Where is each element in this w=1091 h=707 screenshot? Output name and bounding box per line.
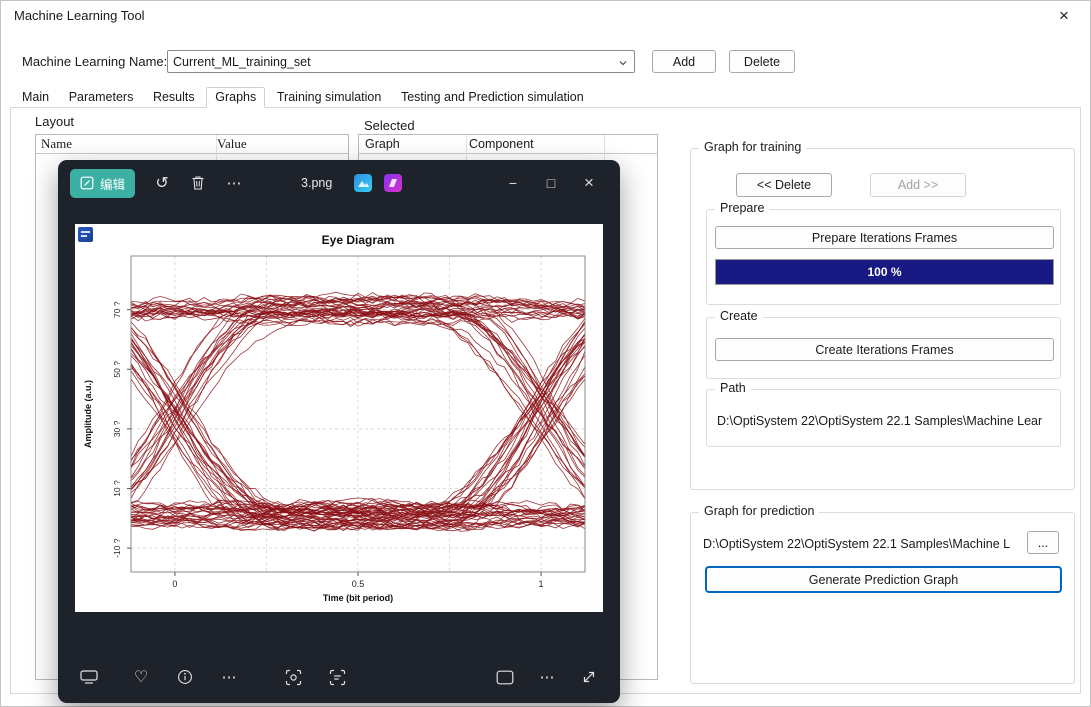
- edit-button[interactable]: 编辑: [70, 169, 135, 198]
- browse-button[interactable]: ...: [1027, 531, 1059, 554]
- prepare-group-title: Prepare: [715, 201, 769, 215]
- tab-main[interactable]: Main: [14, 88, 57, 107]
- ml-name-label: Machine Learning Name:: [22, 54, 167, 69]
- optisystem-graph-icon: [78, 227, 93, 242]
- info-icon[interactable]: [170, 662, 200, 692]
- photo-content: Eye Diagram 0 0.5 1 Time (bit period) -10 ? 10…: [75, 224, 603, 612]
- photo-filename: 3.png: [301, 176, 332, 190]
- graph-for-prediction-group: Graph for prediction D:\OptiSystem 22\Op…: [690, 512, 1075, 684]
- more-view-options-icon[interactable]: ⋯: [532, 662, 562, 692]
- tab-training-simulation[interactable]: Training simulation: [269, 88, 389, 107]
- create-group: Create Create Iterations Frames: [706, 317, 1061, 379]
- add-button[interactable]: Add: [652, 50, 716, 73]
- prediction-path-value: D:\OptiSystem 22\OptiSystem 22.1 Samples…: [703, 537, 1021, 551]
- chevron-down-icon: [619, 59, 627, 67]
- tab-bar: Main Parameters Results Graphs Training …: [14, 87, 592, 108]
- close-icon[interactable]: ×: [570, 167, 608, 199]
- selected-col-component[interactable]: Component: [463, 137, 534, 151]
- trash-icon[interactable]: [183, 168, 213, 198]
- text-extract-icon[interactable]: [322, 662, 352, 692]
- svg-text:70 ?: 70 ?: [112, 301, 122, 318]
- toolbar-right-group: ⋯: [490, 662, 604, 692]
- svg-text:-10 ?: -10 ?: [112, 538, 122, 558]
- svg-text:0: 0: [172, 579, 177, 589]
- edit-pencil-icon: [80, 176, 94, 190]
- svg-text:50 ?: 50 ?: [112, 361, 122, 378]
- svg-text:10 ?: 10 ?: [112, 480, 122, 497]
- favorite-heart-icon[interactable]: ♡: [126, 662, 156, 692]
- tab-results[interactable]: Results: [145, 88, 203, 107]
- ml-name-combobox[interactable]: Current_ML_training_set: [167, 50, 635, 73]
- minimize-icon[interactable]: −: [494, 167, 532, 199]
- graph-add-button[interactable]: Add >>: [870, 173, 966, 197]
- visual-search-icon[interactable]: [278, 662, 308, 692]
- layout-panel-title: Layout: [35, 114, 74, 129]
- graph-for-training-title: Graph for training: [699, 140, 806, 154]
- svg-text:Amplitude (a.u.): Amplitude (a.u.): [83, 380, 93, 448]
- generate-prediction-graph-button[interactable]: Generate Prediction Graph: [706, 567, 1061, 592]
- selected-col-graph[interactable]: Graph: [359, 137, 463, 151]
- layout-col-value[interactable]: Value: [212, 136, 247, 152]
- tab-parameters[interactable]: Parameters: [61, 88, 142, 107]
- svg-text:Eye Diagram: Eye Diagram: [322, 233, 395, 247]
- more-options-icon[interactable]: ⋯: [219, 168, 249, 198]
- layout-col-name[interactable]: Name: [36, 136, 212, 152]
- photo-viewer-toolbar: ♡ ⋯: [58, 651, 620, 703]
- progress-bar: 100 %: [715, 259, 1054, 285]
- progress-text: 100 %: [716, 260, 1053, 284]
- path-group-title: Path: [715, 381, 751, 395]
- designer-app-icon[interactable]: [384, 174, 402, 192]
- graph-for-prediction-title: Graph for prediction: [699, 504, 819, 518]
- fit-to-window-icon[interactable]: [490, 662, 520, 692]
- filmstrip-icon[interactable]: [74, 662, 104, 692]
- path-group: Path D:\OptiSystem 22\OptiSystem 22.1 Sa…: [706, 389, 1061, 447]
- create-iterations-frames-button[interactable]: Create Iterations Frames: [715, 338, 1054, 361]
- photo-viewer-window: 编辑 ↺ ⋯ 3.png − □ ×: [58, 160, 620, 703]
- fullscreen-expand-icon[interactable]: [574, 662, 604, 692]
- delete-button[interactable]: Delete: [729, 50, 795, 73]
- more-tools-icon[interactable]: ⋯: [214, 662, 244, 692]
- ml-name-value: Current_ML_training_set: [173, 55, 311, 69]
- tab-testing-prediction-simulation[interactable]: Testing and Prediction simulation: [393, 88, 592, 107]
- svg-text:0.5: 0.5: [352, 579, 365, 589]
- edit-button-label: 编辑: [100, 174, 125, 193]
- prepare-group: Prepare Prepare Iterations Frames 100 %: [706, 209, 1061, 305]
- machine-learning-tool-dialog: { "window": { "title": "Machine Learning…: [0, 0, 1091, 707]
- maximize-icon[interactable]: □: [532, 167, 570, 199]
- svg-text:30 ?: 30 ?: [112, 420, 122, 437]
- svg-text:1: 1: [539, 579, 544, 589]
- graph-delete-button[interactable]: << Delete: [736, 173, 832, 197]
- page-title: Machine Learning Tool: [14, 8, 145, 23]
- photo-viewer-titlebar: 编辑 ↺ ⋯ 3.png − □ ×: [58, 160, 620, 206]
- graph-for-training-group: Graph for training << Delete Add >> Prep…: [690, 148, 1075, 490]
- window-controls: − □ ×: [494, 167, 608, 199]
- tab-graphs[interactable]: Graphs: [206, 87, 265, 108]
- photos-app-icon[interactable]: [354, 174, 372, 192]
- training-path-value: D:\OptiSystem 22\OptiSystem 22.1 Samples…: [717, 414, 1052, 428]
- svg-text:Time (bit period): Time (bit period): [323, 593, 393, 603]
- create-group-title: Create: [715, 309, 763, 323]
- close-icon[interactable]: ×: [1051, 5, 1077, 27]
- rotate-icon[interactable]: ↺: [147, 168, 177, 198]
- eye-diagram-chart: Eye Diagram 0 0.5 1 Time (bit period) -10 ? 10…: [75, 224, 603, 612]
- selected-panel-title: Selected: [364, 118, 415, 133]
- prepare-iterations-frames-button[interactable]: Prepare Iterations Frames: [715, 226, 1054, 249]
